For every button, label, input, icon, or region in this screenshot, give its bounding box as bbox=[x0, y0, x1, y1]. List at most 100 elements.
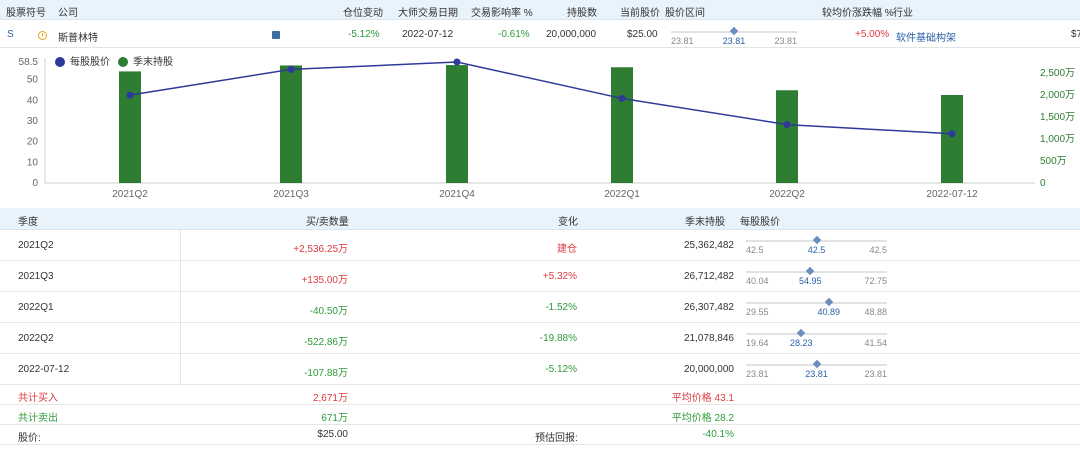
range-current: 28.23 bbox=[790, 338, 813, 348]
col-impact[interactable]: 交易影响率 % bbox=[471, 4, 533, 19]
summary-sell-row: 共计卖出 671万 平均价格 28.2 bbox=[0, 405, 1080, 425]
range-low: 23.81 bbox=[671, 36, 694, 46]
holdings-bar bbox=[611, 67, 633, 183]
price-range-slider: 23.81 23.81 23.81 bbox=[671, 26, 797, 46]
table-row: 2022Q2 -522.86万 -19.88% 21,078,846 19.64 28.2… bbox=[0, 323, 1080, 354]
price-point bbox=[453, 58, 461, 66]
range-marker bbox=[806, 266, 815, 276]
col-position-change[interactable]: 仓位变动 bbox=[343, 4, 383, 19]
cell-change: -19.88% bbox=[539, 333, 577, 344]
col-price[interactable]: 当前股价 bbox=[620, 4, 660, 19]
row-price-range: 19.64 28.23 41.54 bbox=[746, 328, 887, 348]
cell-qty: +2,536.25万 bbox=[293, 244, 348, 255]
range-low: 23.81 bbox=[746, 369, 769, 379]
x-tick-label: 2021Q4 bbox=[439, 189, 475, 200]
right-tick-label: 500万 bbox=[1040, 156, 1067, 167]
row-price-range: 23.81 23.81 23.81 bbox=[746, 359, 887, 379]
price-point bbox=[783, 121, 791, 129]
stock-row[interactable]: S 斯普林特 -5.12% 2022-07-12 -0.61% 20,000,0… bbox=[0, 20, 1080, 48]
x-tick-label: 2021Q3 bbox=[273, 189, 309, 200]
vs-avg-change: +5.00% bbox=[855, 29, 890, 40]
range-high: 41.54 bbox=[864, 338, 887, 348]
est-return-label: 预估回报: bbox=[535, 433, 578, 444]
summary-value: 2,671万 bbox=[312, 393, 348, 404]
summary-label: 共计卖出 bbox=[18, 413, 58, 424]
chart-icon[interactable] bbox=[272, 31, 280, 39]
range-low: 40.04 bbox=[746, 276, 769, 286]
summary-avg: 平均价格 28.2 bbox=[671, 413, 734, 424]
price-point bbox=[287, 65, 295, 73]
cell-quarter: 2022Q1 bbox=[18, 302, 54, 313]
left-tick-label: 0 bbox=[32, 178, 38, 189]
table-row: 2022Q1 -40.50万 -1.52% 26,307,482 29.55 40.89 4… bbox=[0, 292, 1080, 323]
holdings-bar bbox=[446, 65, 468, 183]
cell-quarter: 2021Q3 bbox=[18, 271, 54, 282]
table-row: 2021Q2 +2,536.25万 建仓 25,362,482 42.5 42.5 42.5 bbox=[0, 230, 1080, 261]
left-tick-label: 50 bbox=[27, 75, 39, 86]
cell-change: +5.32% bbox=[542, 271, 577, 282]
range-high: 23.81 bbox=[774, 36, 797, 46]
right-tick-label: 1,000万 bbox=[1040, 134, 1075, 145]
price-label: 股价: bbox=[18, 433, 41, 444]
shares-held: 20,000,000 bbox=[546, 29, 597, 40]
left-tick-label: 10 bbox=[27, 157, 39, 168]
range-current: 54.95 bbox=[799, 276, 822, 286]
legend-price-marker bbox=[55, 57, 65, 67]
cell-qty: -522.86万 bbox=[304, 337, 348, 348]
range-current: 42.5 bbox=[807, 245, 826, 255]
range-current: 23.81 bbox=[722, 36, 746, 46]
current-price: $25.00 bbox=[627, 29, 658, 40]
price-point bbox=[948, 130, 956, 138]
row-price-range: 29.55 40.89 48.88 bbox=[746, 297, 887, 317]
col-industry[interactable]: 行业 bbox=[893, 4, 913, 19]
left-tick-label: 20 bbox=[27, 137, 39, 148]
range-current: 40.89 bbox=[817, 307, 841, 317]
range-current: 23.81 bbox=[805, 369, 828, 379]
table-header: 季度 买/卖数量 变化 季末持股 每股股价 bbox=[0, 208, 1080, 230]
th-change: 变化 bbox=[558, 217, 578, 228]
col-symbol[interactable]: 股票符号 bbox=[6, 4, 46, 19]
th-price: 每股股价 bbox=[740, 217, 780, 228]
table-row: 2022-07-12 -107.88万 -5.12% 20,000,000 23.81 2… bbox=[0, 354, 1080, 385]
col-trade-date[interactable]: 大师交易日期 bbox=[398, 4, 458, 19]
cell-holdings: 26,307,482 bbox=[683, 302, 734, 313]
col-price-range[interactable]: 股价区间 bbox=[665, 4, 705, 19]
cell-qty: -107.88万 bbox=[304, 368, 348, 379]
legend-holdings-label: 季末持股 bbox=[133, 55, 173, 68]
col-shares[interactable]: 持股数 bbox=[567, 4, 597, 19]
range-high: 72.75 bbox=[864, 276, 887, 286]
cell-quarter: 2021Q2 bbox=[18, 240, 54, 251]
stock-symbol[interactable]: S bbox=[7, 29, 14, 40]
range-high: 42.5 bbox=[869, 245, 887, 255]
holdings-bar bbox=[119, 71, 141, 183]
summary-value: 671万 bbox=[321, 413, 348, 424]
th-holdings: 季末持股 bbox=[685, 217, 725, 228]
price-point bbox=[126, 91, 134, 99]
range-marker bbox=[729, 26, 739, 36]
left-tick-label: 30 bbox=[27, 116, 39, 127]
legend-price-label: 每股股价 bbox=[70, 55, 110, 68]
est-return-value: -40.1% bbox=[702, 429, 734, 440]
summary-label: 共计买入 bbox=[18, 393, 58, 404]
table-row: 2021Q3 +135.00万 +5.32% 26,712,482 40.04 54.95… bbox=[0, 261, 1080, 292]
price-line bbox=[129, 61, 953, 135]
x-tick-label: 2022Q1 bbox=[604, 189, 640, 200]
th-quarter: 季度 bbox=[18, 217, 38, 228]
column-header: 股票符号 公司 仓位变动 大师交易日期 交易影响率 % 持股数 当前股价 股价区… bbox=[0, 0, 1080, 20]
row-price-range: 42.5 42.5 42.5 bbox=[746, 235, 887, 255]
cell-quarter: 2022Q2 bbox=[18, 333, 54, 344]
company-name[interactable]: 斯普林特 bbox=[58, 29, 98, 44]
cell-holdings: 21,078,846 bbox=[683, 333, 734, 344]
range-marker bbox=[824, 297, 834, 307]
right-tick-label: 2,000万 bbox=[1040, 90, 1075, 101]
legend-holdings-marker bbox=[118, 57, 128, 67]
range-marker bbox=[812, 235, 821, 245]
cell-change: -1.52% bbox=[545, 302, 577, 313]
range-low: 42.5 bbox=[746, 245, 764, 255]
industry-link[interactable]: 软件基础构架 bbox=[896, 29, 956, 44]
holdings-bar bbox=[941, 95, 963, 183]
col-vs-avg[interactable]: 较均价涨跌幅 % bbox=[822, 4, 894, 19]
cell-holdings: 25,362,482 bbox=[683, 240, 734, 251]
col-company[interactable]: 公司 bbox=[58, 4, 78, 19]
summary-buy-row: 共计买入 2,671万 平均价格 43.1 bbox=[0, 385, 1080, 405]
